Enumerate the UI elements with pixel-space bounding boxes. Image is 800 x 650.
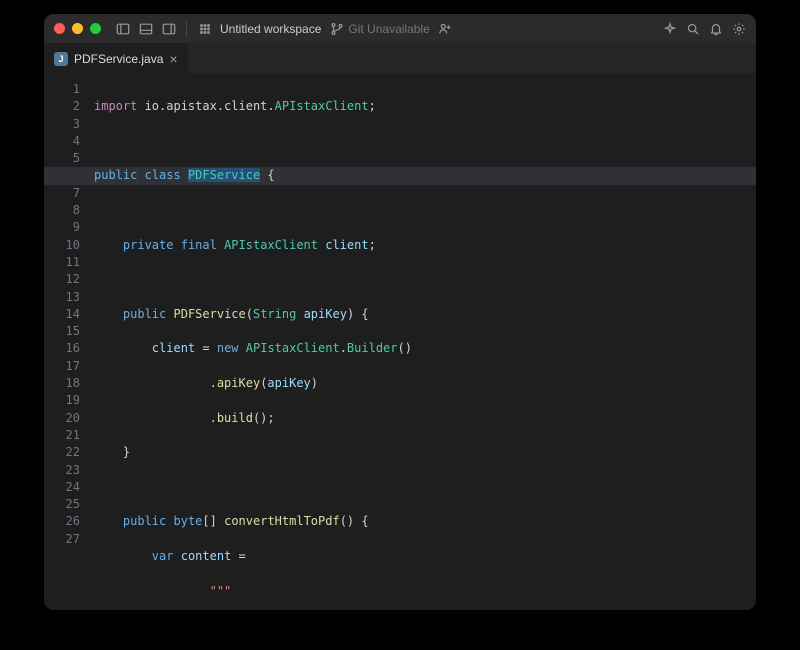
- git-status[interactable]: Git Unavailable: [329, 21, 429, 36]
- sidebar-left-icon[interactable]: [115, 21, 130, 36]
- branch-icon: [329, 21, 344, 36]
- editor-window: Untitled workspace Git Unavailable J PDF…: [44, 14, 756, 610]
- workspace-title[interactable]: Untitled workspace: [220, 22, 321, 36]
- close-tab-icon[interactable]: ×: [169, 52, 177, 66]
- grid-icon[interactable]: [197, 21, 212, 36]
- gear-icon[interactable]: [731, 21, 746, 36]
- tab-bar: J PDFService.java ×: [44, 43, 756, 73]
- tab-filename: PDFService.java: [74, 52, 163, 66]
- java-file-icon: J: [54, 52, 68, 66]
- separator: [186, 21, 187, 37]
- sparkle-icon[interactable]: [662, 21, 677, 36]
- add-user-icon[interactable]: [438, 21, 453, 36]
- search-icon[interactable]: [685, 21, 700, 36]
- window-controls: [54, 23, 101, 34]
- bell-icon[interactable]: [708, 21, 723, 36]
- sidebar-bottom-icon[interactable]: [138, 21, 153, 36]
- close-window-icon[interactable]: [54, 23, 65, 34]
- tab-pdfservice[interactable]: J PDFService.java ×: [44, 43, 188, 73]
- code-editor[interactable]: 1234567891011121314151617181920212223242…: [44, 73, 756, 610]
- git-status-text: Git Unavailable: [348, 22, 429, 36]
- minimize-window-icon[interactable]: [72, 23, 83, 34]
- code-content[interactable]: import io.apistax.client.APIstaxClient; …: [90, 73, 756, 610]
- sidebar-right-icon[interactable]: [161, 21, 176, 36]
- line-numbers: 1234567891011121314151617181920212223242…: [44, 73, 90, 610]
- maximize-window-icon[interactable]: [90, 23, 101, 34]
- titlebar: Untitled workspace Git Unavailable: [44, 14, 756, 43]
